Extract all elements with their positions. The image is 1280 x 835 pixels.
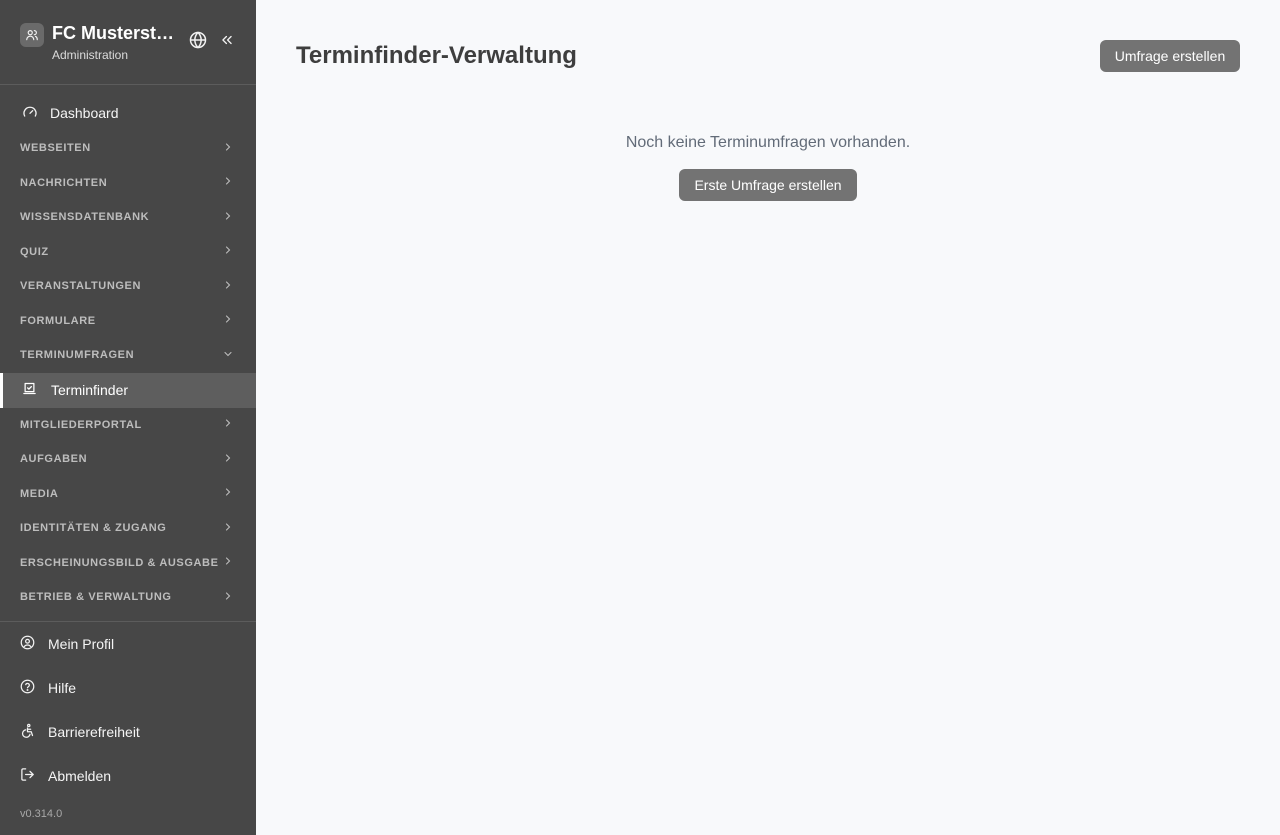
nav-section-label: AUFGABEN bbox=[20, 453, 88, 466]
chevron-right-icon bbox=[222, 313, 234, 328]
logout-icon bbox=[20, 767, 35, 785]
sidebar-item-terminfinder[interactable]: Terminfinder bbox=[0, 372, 256, 408]
chevron-right-icon bbox=[222, 279, 234, 294]
organization-name: FC Musterst… bbox=[52, 23, 175, 43]
page-title: Terminfinder-Verwaltung bbox=[296, 42, 577, 69]
nav-section-label: IDENTITÄTEN & ZUGANG bbox=[20, 522, 167, 535]
nav-section-nachrichten[interactable]: NACHRICHTEN bbox=[0, 166, 256, 201]
chevron-right-icon bbox=[222, 555, 234, 570]
nav-section-veranstaltungen[interactable]: VERANSTALTUNGEN bbox=[0, 269, 256, 304]
empty-state-message: Noch keine Terminumfragen vorhanden. bbox=[625, 134, 911, 151]
nav-section-label: WISSENSDATENBANK bbox=[20, 211, 150, 224]
logout-link[interactable]: Abmelden bbox=[0, 754, 256, 798]
globe-icon[interactable] bbox=[188, 30, 208, 50]
nav-section-label: MEDIA bbox=[20, 487, 59, 500]
create-first-poll-button[interactable]: Erste Umfrage erstellen bbox=[679, 169, 857, 201]
nav-section-webseiten[interactable]: WEBSEITEN bbox=[0, 131, 256, 166]
nav-section-label: VERANSTALTUNGEN bbox=[20, 280, 142, 293]
chevron-right-icon bbox=[222, 141, 234, 156]
empty-state: Noch keine Terminumfragen vorhanden. Ers… bbox=[296, 134, 1240, 201]
nav-section-media[interactable]: MEDIA bbox=[0, 477, 256, 512]
nav-section-terminumfragen[interactable]: TERMINUMFRAGEN bbox=[0, 338, 256, 373]
nav-section-label: QUIZ bbox=[20, 245, 49, 258]
profile-link[interactable]: Mein Profil bbox=[0, 622, 256, 666]
nav-section-label: WEBSEITEN bbox=[20, 142, 91, 155]
help-link[interactable]: Hilfe bbox=[0, 666, 256, 710]
nav-section-formulare[interactable]: FORMULARE bbox=[0, 304, 256, 339]
nav-section-label: TERMINUMFRAGEN bbox=[20, 349, 135, 362]
chevron-right-icon bbox=[222, 452, 234, 467]
logout-label: Abmelden bbox=[48, 768, 112, 784]
chevrons-left-icon[interactable] bbox=[220, 33, 234, 47]
chevron-right-icon bbox=[222, 590, 234, 605]
nav-section-aufgaben[interactable]: AUFGABEN bbox=[0, 442, 256, 477]
sidebar: FC Musterst… Administration Dashboard WE… bbox=[0, 0, 256, 835]
user-circle-icon bbox=[20, 635, 35, 653]
create-poll-button[interactable]: Umfrage erstellen bbox=[1100, 40, 1240, 72]
chevron-right-icon bbox=[222, 521, 234, 536]
gauge-icon bbox=[22, 104, 38, 123]
nav-section-label: FORMULARE bbox=[20, 314, 96, 327]
accessibility-icon bbox=[20, 723, 35, 741]
calendar-check-icon bbox=[22, 381, 37, 399]
help-circle-icon bbox=[20, 679, 35, 697]
sidebar-item-label: Terminfinder bbox=[51, 382, 129, 398]
sidebar-footer: Mein Profil Hilfe Barrierefreiheit Abmel… bbox=[0, 621, 256, 835]
organization-subtitle: Administration bbox=[52, 48, 129, 62]
nav-section-quiz[interactable]: QUIZ bbox=[0, 235, 256, 270]
help-label: Hilfe bbox=[48, 680, 77, 696]
app-version: v0.314.0 bbox=[20, 808, 63, 820]
nav-section-wissensdatenbank[interactable]: WISSENSDATENBANK bbox=[0, 200, 256, 235]
nav-section-label: MITGLIEDERPORTAL bbox=[20, 418, 142, 431]
chevron-down-icon bbox=[222, 348, 234, 363]
chevron-right-icon bbox=[222, 417, 234, 432]
nav-section-label: ERSCHEINUNGSBILD & AUSGABE bbox=[20, 556, 219, 569]
main-content: Terminfinder-Verwaltung Umfrage erstelle… bbox=[256, 0, 1280, 835]
nav-section-mitgliederportal[interactable]: MITGLIEDERPORTAL bbox=[0, 408, 256, 443]
chevron-right-icon bbox=[222, 210, 234, 225]
chevron-right-icon bbox=[222, 486, 234, 501]
nav-section-identitaeten-zugang[interactable]: IDENTITÄTEN & ZUGANG bbox=[0, 511, 256, 546]
nav-section-label: BETRIEB & VERWALTUNG bbox=[20, 591, 172, 604]
sidebar-header: FC Musterst… Administration bbox=[0, 0, 256, 85]
chevron-right-icon bbox=[222, 244, 234, 259]
nav-section-label: NACHRICHTEN bbox=[20, 176, 108, 189]
accessibility-link[interactable]: Barrierefreiheit bbox=[0, 710, 256, 754]
nav-section-erscheinungsbild-ausgabe[interactable]: ERSCHEINUNGSBILD & AUSGABE bbox=[0, 546, 256, 581]
nav-section-betrieb-verwaltung[interactable]: BETRIEB & VERWALTUNG bbox=[0, 580, 256, 615]
accessibility-label: Barrierefreiheit bbox=[48, 724, 140, 740]
sidebar-nav: Dashboard WEBSEITEN NACHRICHTEN WISSENSD… bbox=[0, 85, 256, 621]
sidebar-item-dashboard[interactable]: Dashboard bbox=[0, 95, 256, 131]
users-icon bbox=[20, 23, 44, 47]
chevron-right-icon bbox=[222, 175, 234, 190]
profile-label: Mein Profil bbox=[48, 636, 115, 652]
sidebar-item-label: Dashboard bbox=[50, 105, 119, 121]
